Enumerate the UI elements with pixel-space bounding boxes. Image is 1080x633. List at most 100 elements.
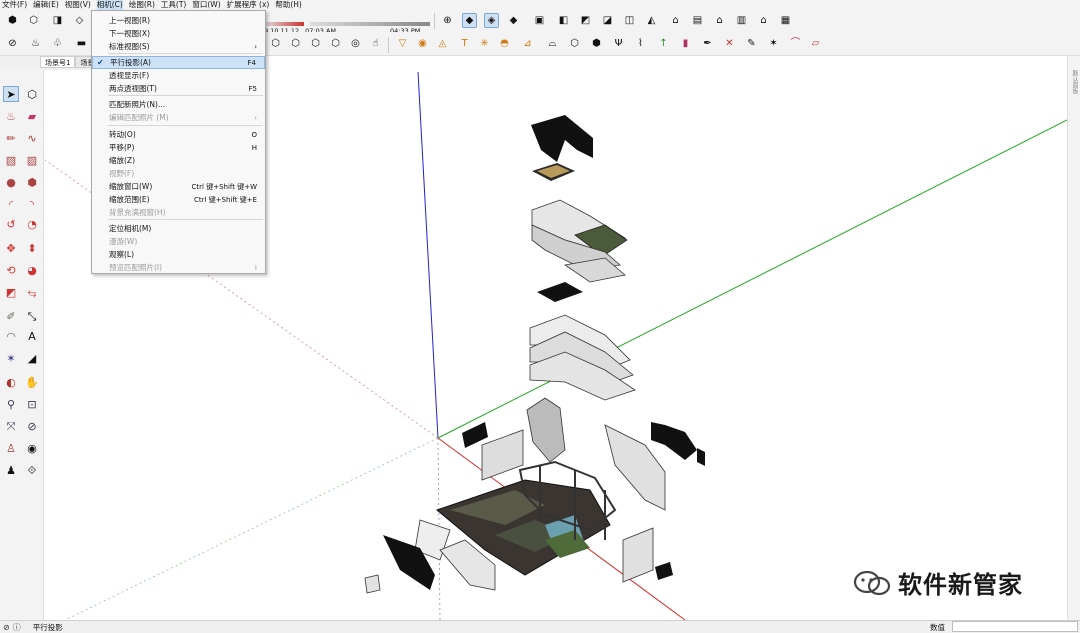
text-icon[interactable]: A <box>24 328 40 344</box>
time-slider[interactable] <box>310 22 430 26</box>
sandbox-icon[interactable]: ◫ <box>622 13 637 28</box>
shape-3-icon[interactable]: ◬ <box>435 36 450 51</box>
camera-menu-item[interactable]: 定位相机(M) <box>92 222 265 235</box>
camera-menu-item[interactable]: 透视显示(F) <box>92 69 265 82</box>
two-point-arc-icon[interactable]: ◝ <box>24 196 40 212</box>
3d-text-icon[interactable]: ◢ <box>24 350 40 366</box>
house-icon[interactable]: ▦ <box>778 13 793 28</box>
hidden-line-icon[interactable]: ◈ <box>484 13 499 28</box>
camera-menu-item[interactable]: 观察(L) <box>92 248 265 261</box>
camera-menu-item[interactable]: 下一视图(X) <box>92 27 265 40</box>
tape-measure-icon[interactable]: ✐ <box>3 308 19 324</box>
rotate-icon[interactable]: ⟲ <box>3 262 19 278</box>
shape-1-icon[interactable]: ▽ <box>395 36 410 51</box>
three-point-arc-icon[interactable]: ↺ <box>3 216 19 232</box>
walk-icon[interactable]: ♟ <box>3 462 19 478</box>
arc-icon[interactable]: ◜ <box>3 196 19 212</box>
move-icon[interactable]: ✥ <box>3 240 19 256</box>
iso-view-icon[interactable]: ⬢ <box>5 13 20 28</box>
shape-7-icon[interactable]: ⊿ <box>520 36 535 51</box>
protractor-icon[interactable]: ◠ <box>3 328 19 344</box>
scale-icon[interactable]: ◩ <box>3 284 19 300</box>
polygon-icon[interactable]: ⬢ <box>24 174 40 190</box>
zoom-extents-icon[interactable]: ⤧ <box>3 418 19 434</box>
brush-icon[interactable]: ✎ <box>744 36 759 51</box>
follow-icon[interactable]: ◕ <box>24 262 40 278</box>
star-icon[interactable]: ✶ <box>766 36 781 51</box>
camera-menu-item[interactable]: ✔ 平行投影(A) F4 <box>92 56 265 69</box>
pencil-icon[interactable]: ✏ <box>3 130 19 146</box>
camera-menu-item[interactable]: 匹配新照片(N)... <box>92 98 265 111</box>
arrow-up-icon[interactable]: ↑ <box>656 36 671 51</box>
camera-menu-item[interactable]: 转动(O) O <box>92 128 265 141</box>
paint-bucket-icon[interactable]: ♨ <box>3 108 19 124</box>
camera-menu-item[interactable]: 缩放窗口(W) Ctrl 键+Shift 键+W <box>92 180 265 193</box>
rotated-rect-icon[interactable]: ▨ <box>24 152 40 168</box>
color-swatch-icon[interactable]: ▮ <box>678 36 693 51</box>
rectangle-icon[interactable]: ▧ <box>3 152 19 168</box>
camera-menu-item[interactable]: 平移(P) H <box>92 141 265 154</box>
wireframe-icon[interactable]: ◆ <box>462 13 477 28</box>
warehouse-icon[interactable]: ⌂ <box>668 13 683 28</box>
section-plane-icon[interactable]: ⟐ <box>24 462 40 478</box>
menu-tools[interactable]: 工具(T) <box>161 0 186 10</box>
scene-icon[interactable]: ▬ <box>74 36 89 51</box>
follow-me-icon[interactable]: ⊘ <box>5 36 20 51</box>
components-icon[interactable]: ▤ <box>690 13 705 28</box>
camera-menu-item[interactable]: 缩放范围(E) Ctrl 键+Shift 键+E <box>92 193 265 206</box>
shaded-icon[interactable]: ◆ <box>506 13 521 28</box>
layers-icon[interactable]: ◩ <box>578 13 593 28</box>
cross-icon[interactable]: ✕ <box>722 36 737 51</box>
home-icon[interactable]: ⌂ <box>712 13 727 28</box>
section-icon[interactable]: ◭ <box>644 13 659 28</box>
eraser-icon[interactable]: ▰ <box>24 108 40 124</box>
pie-icon[interactable]: ◔ <box>24 216 40 232</box>
shape-4-icon[interactable]: T <box>457 36 472 51</box>
pan-icon[interactable]: ✋ <box>24 374 40 390</box>
cube-4-icon[interactable]: ⬡ <box>328 36 343 51</box>
scene-tab-1[interactable]: 场景号1 <box>40 56 76 68</box>
leaf-icon[interactable]: ⌇ <box>633 36 648 51</box>
teapot-icon[interactable]: ♨ <box>28 36 43 51</box>
previous-view-icon[interactable]: ⊘ <box>24 418 40 434</box>
push-pull-icon[interactable]: ⬍ <box>24 240 40 256</box>
position-camera-icon[interactable]: ♙ <box>3 440 19 456</box>
menu-camera[interactable]: 相机(C) <box>96 0 123 10</box>
menu-edit[interactable]: 编辑(E) <box>33 0 59 10</box>
line-icon[interactable]: ⌒ <box>788 36 803 51</box>
zoom-icon[interactable]: ⚲ <box>3 396 19 412</box>
shape-6-icon[interactable]: ◓ <box>497 36 512 51</box>
sphere-icon[interactable]: ◎ <box>348 36 363 51</box>
menu-view[interactable]: 视图(V) <box>65 0 91 10</box>
box-2-icon[interactable]: ⬢ <box>589 36 604 51</box>
camera-menu-item[interactable]: 标准视图(S) › <box>92 40 265 53</box>
menu-extensions[interactable]: 扩展程序 (x) <box>227 0 270 10</box>
cube-1-icon[interactable]: ⬡ <box>268 36 283 51</box>
tags-icon[interactable]: ◪ <box>600 13 615 28</box>
info-icon[interactable]: ⓘ <box>13 622 21 633</box>
right-view-icon[interactable]: ◇ <box>72 13 87 28</box>
camera-menu-item[interactable]: 缩放(Z) <box>92 154 265 167</box>
dimension-icon[interactable]: ⤡ <box>24 308 40 324</box>
texture-icon[interactable]: ▣ <box>532 13 547 28</box>
pen-icon[interactable]: ✒ <box>700 36 715 51</box>
box-1-icon[interactable]: ⬡ <box>567 36 582 51</box>
look-around-icon[interactable]: ◉ <box>24 440 40 456</box>
grass-icon[interactable]: Ψ <box>611 36 626 51</box>
orbit-icon[interactable]: ◐ <box>3 374 19 390</box>
component-icon[interactable]: ⬡ <box>24 86 40 102</box>
circle-icon[interactable]: ● <box>3 174 19 190</box>
cube-3-icon[interactable]: ⬡ <box>308 36 323 51</box>
eraser-small-icon[interactable]: ▱ <box>808 36 823 51</box>
freehand-icon[interactable]: ∿ <box>24 130 40 146</box>
geolocation-icon[interactable]: ⊘ <box>3 623 10 632</box>
cube-2-icon[interactable]: ⬡ <box>288 36 303 51</box>
default-tray[interactable]: 默认面板 <box>1067 56 1080 620</box>
shape-5-icon[interactable]: ✳ <box>477 36 492 51</box>
menu-file[interactable]: 文件(F) <box>2 0 27 10</box>
menu-draw[interactable]: 绘图(R) <box>129 0 155 10</box>
hand-cursor-icon[interactable]: ☝ <box>368 36 383 51</box>
camera-menu-item[interactable]: 上一视图(R) <box>92 14 265 27</box>
shape-2-icon[interactable]: ◉ <box>415 36 430 51</box>
select-arrow-icon[interactable]: ➤ <box>3 86 19 102</box>
